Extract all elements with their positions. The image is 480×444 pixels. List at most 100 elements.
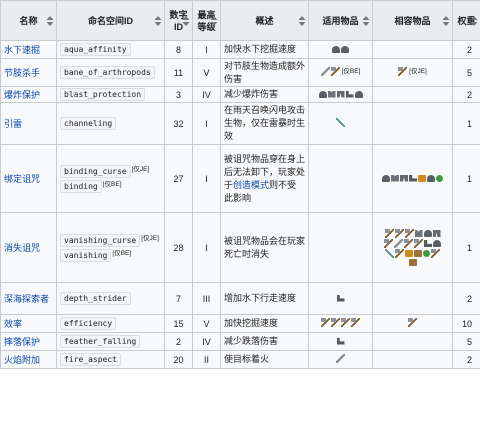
creative-mode-link[interactable]: 创造模式 [233,180,269,190]
table-row: 水下速掘 aqua_affinity 8 I 加快水下挖掘速度 2 [0,40,480,59]
helmet-icon [332,45,340,53]
table-row: 引雷 channeling 32 I 在雨天召唤闪电攻击生物，仅在雷暴时生效 1 [0,102,480,145]
tool-icon [414,239,423,248]
numeric-id: 3 [164,86,193,103]
sword-icon [320,67,330,77]
enchant-name-link[interactable]: 水下速掘 [4,45,40,55]
sort-icon[interactable] [210,15,218,26]
col-header[interactable]: 相容物品 [372,0,453,41]
namespace-id: efficiency [60,317,117,330]
sort-icon[interactable] [362,15,370,26]
sort-icon[interactable] [442,15,450,26]
numeric-id: 11 [164,58,193,87]
tool-icon [321,317,330,327]
col-header[interactable]: 名称 [0,0,57,41]
compatible-items [372,86,453,103]
max-level: V [192,314,221,333]
chest-icon [414,230,423,237]
enchant-name-link[interactable]: 摔落保护 [4,337,40,347]
max-level: III [192,282,221,315]
applicable-items [308,40,373,59]
legs-icon [336,90,345,98]
helmet-icon [341,45,349,53]
col-header[interactable]: 适用物品 [308,0,373,41]
compatible-items [372,40,453,59]
head-icon [408,259,417,266]
helmet-icon [354,90,363,98]
namespace-id: blast_protection [60,88,146,101]
chest-icon [327,90,336,98]
applicable-items [308,86,373,103]
enchant-name-link[interactable]: 爆炸保护 [4,90,40,100]
enchant-name-cell: 消失诅咒 [0,212,57,283]
description: 加快挖掘速度 [220,314,309,333]
helmet-icon [433,240,441,247]
weight: 10 [452,314,480,333]
helmet-icon [318,90,327,98]
enchant-name-link[interactable]: 引雷 [4,119,22,129]
boots-icon [336,294,345,302]
numeric-id: 32 [164,102,193,145]
col-header[interactable]: 最高等级 [192,0,221,41]
description: 被诅咒物品穿在身上后无法卸下，玩家处于创造模式则不受此影响 [220,144,309,213]
description: 使目标着火 [220,350,309,369]
weight: 1 [452,102,480,145]
numeric-id: 28 [164,212,193,283]
description: 对节肢生物造成额外伤害 [220,58,309,87]
sort-icon[interactable] [154,15,162,26]
numeric-id: 2 [164,332,193,351]
namespace-id: vanishing_curse [60,233,141,247]
numeric-id: 7 [164,282,193,315]
applicable-items [308,282,373,315]
namespace-id-cell: feather_falling [56,332,165,351]
col-header[interactable]: 权重 [452,0,480,41]
sort-icon[interactable] [470,15,478,26]
description: 在雨天召唤闪电攻击生物，仅在雷暴时生效 [220,102,309,145]
applicable-items: [仅BE] [308,58,373,87]
namespace-id: aqua_affinity [60,43,131,56]
namespace-id: channeling [60,117,117,130]
pump-icon [405,250,413,257]
table-row: 爆炸保护 blast_protection 3 IV 减少爆炸伤害 2 [0,86,480,103]
header-row: 名称 命名空间ID 数字ID 最高等级 概述 适用物品 相容物品 权重 [0,0,480,41]
namespace-id-cell: vanishing_curse [仅JE] vanishing [仅BE] [56,212,165,283]
namespace-id-cell: binding_curse [仅JE] binding [仅BE] [56,144,165,213]
col-header[interactable]: 数字ID [164,0,193,41]
table-row: 深海探索者 depth_strider 7 III 增加水下行走速度 2 [0,282,480,315]
enchant-name-cell: 深海探索者 [0,282,57,315]
namespace-id: bane_of_arthropods [60,66,155,79]
numeric-id: 8 [164,40,193,59]
max-level: IV [192,332,221,351]
weight: 2 [452,282,480,315]
enchant-name-link[interactable]: 消失诅咒 [4,243,40,253]
sort-icon[interactable] [182,15,190,26]
table-row: 绑定诅咒 binding_curse [仅JE] binding [仅BE] 27 … [0,144,480,213]
enchant-name-link[interactable]: 效率 [4,319,22,329]
weight: 5 [452,332,480,351]
namespace-id: feather_falling [60,335,141,348]
col-header[interactable]: 命名空间ID [56,0,165,41]
max-level: V [192,58,221,87]
tool-icon [398,67,408,77]
tool-icon [384,229,394,238]
green-icon [423,250,430,257]
edition-tag: [仅JE] [131,165,150,173]
enchantment-table: 名称 命名空间ID 数字ID 最高等级 概述 适用物品 相容物品 权重 水下速掘… [0,0,480,369]
col-header[interactable]: 概述 [220,0,309,41]
enchant-name-cell: 摔落保护 [0,332,57,351]
compatible-items [372,350,453,369]
compatible-items: [仅JE] [372,58,453,87]
sort-icon[interactable] [298,15,306,26]
enchant-name-cell: 爆炸保护 [0,86,57,103]
tool-icon [351,317,360,327]
namespace-id-cell: efficiency [56,314,165,333]
weight: 2 [452,350,480,369]
enchant-name-link[interactable]: 深海探索者 [4,294,49,304]
enchant-name-link[interactable]: 火焰附加 [4,355,40,365]
sort-icon[interactable] [46,15,54,26]
enchant-name-link[interactable]: 绑定诅咒 [4,174,40,184]
enchant-name-link[interactable]: 节肢杀手 [4,68,40,78]
table-row: 火焰附加 fire_aspect 20 II 使目标着火 2 [0,350,480,369]
tool-icon [404,229,414,238]
tool-icon [394,229,404,238]
